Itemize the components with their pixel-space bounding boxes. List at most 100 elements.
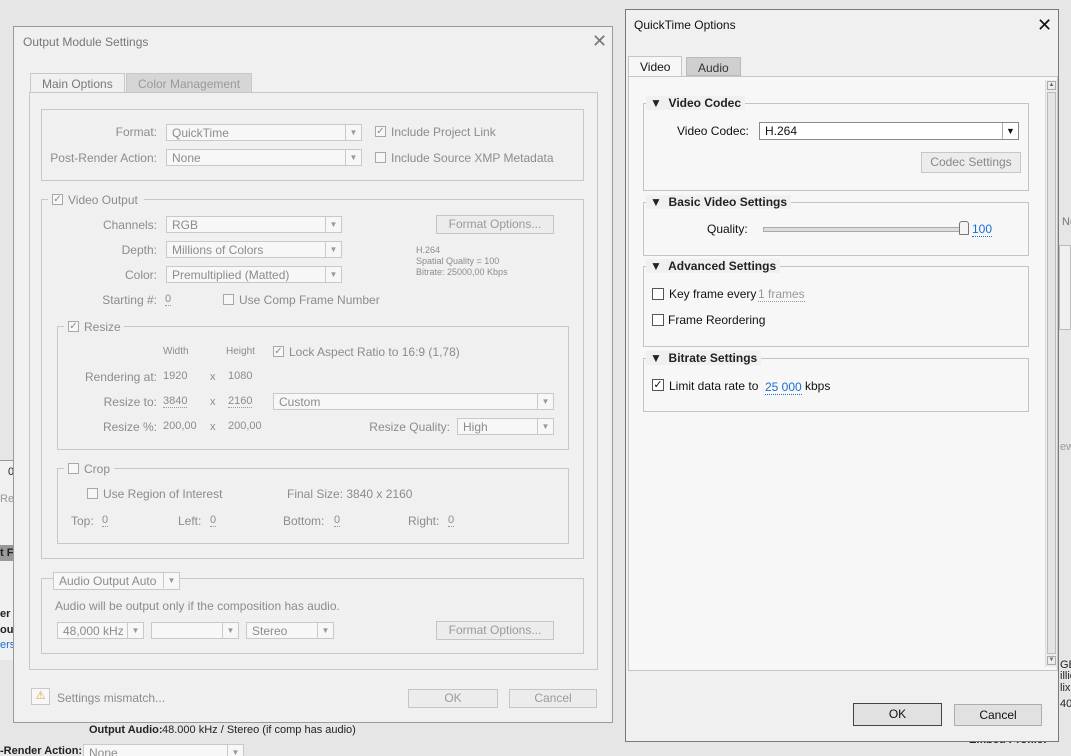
scroll-thumb[interactable] [1047, 92, 1056, 654]
include-xmp-label: Include Source XMP Metadata [391, 151, 554, 165]
codec-info: Spatial Quality = 100 [416, 256, 500, 266]
bg-fragment: ew [1060, 441, 1071, 453]
scroll-down-icon[interactable]: ▼ [1047, 656, 1056, 665]
audio-format-options-button[interactable]: Format Options... [436, 621, 554, 640]
advanced-group [643, 266, 1029, 347]
limit-data-rate-checkbox[interactable]: ✓ [652, 379, 664, 391]
data-rate-unit: kbps [805, 379, 831, 393]
video-codec-select[interactable]: H.264 ▼ [759, 122, 1019, 140]
lock-aspect-label: Lock Aspect Ratio to 16:9 (1,78) [289, 345, 460, 359]
audio-channels-select[interactable]: Stereo ▼ [246, 622, 334, 639]
bg-fragment: t F [0, 547, 14, 559]
chevron-down-icon: ▼ [1002, 123, 1018, 139]
close-icon[interactable]: ✕ [592, 32, 607, 50]
quality-slider[interactable] [763, 227, 967, 232]
channels-select[interactable]: RGB ▼ [166, 216, 342, 233]
tab-main-options[interactable]: Main Options [30, 73, 125, 93]
quality-value[interactable]: 100 [972, 222, 993, 237]
crop-right-label: Right: [408, 514, 440, 528]
codec-info: H.264 [416, 245, 441, 255]
color-select[interactable]: Premultiplied (Matted) ▼ [166, 266, 342, 283]
bg-right-panel [1059, 245, 1071, 330]
post-render-label: Post-Render Action: [50, 151, 157, 165]
video-output-header: ✓ Video Output [48, 192, 144, 208]
resize-checkbox[interactable]: ✓ [68, 321, 79, 332]
crop-bottom-label: Bottom: [283, 514, 325, 528]
format-group [41, 109, 584, 181]
resize-quality-label: Resize Quality: [369, 420, 450, 434]
resize-preset-select[interactable]: Custom ▼ [273, 393, 554, 410]
advanced-header[interactable]: ▼ Advanced Settings [646, 259, 781, 273]
codec-settings-button[interactable]: Codec Settings [921, 152, 1021, 173]
basic-video-header[interactable]: ▼ Basic Video Settings [646, 195, 792, 209]
starting-number[interactable]: 0 [165, 293, 172, 306]
depth-label: Depth: [121, 243, 157, 257]
cancel-button[interactable]: Cancel [509, 689, 597, 708]
settings-mismatch-text[interactable]: Settings mismatch... [57, 691, 165, 705]
final-size: Final Size: 3840 x 2160 [287, 487, 413, 501]
bitrate-group-title: Bitrate Settings [668, 351, 758, 365]
audio-note: Audio will be output only if the composi… [55, 599, 340, 613]
cancel-button[interactable]: Cancel [954, 704, 1042, 726]
crop-top-input[interactable]: 0 [102, 514, 109, 527]
crop-left-input[interactable]: 0 [210, 514, 217, 527]
ok-button[interactable]: OK [408, 689, 498, 708]
use-comp-frame-checkbox[interactable] [223, 294, 234, 305]
ok-button[interactable]: OK [853, 703, 942, 726]
basic-video-group-title: Basic Video Settings [668, 195, 788, 209]
quicktime-options-window: QuickTime Options ✕ Video Audio ▲ ▼ ▼ Vi… [625, 9, 1059, 742]
codec-info: Bitrate: 25000,00 Kbps [416, 267, 508, 277]
video-codec-group [643, 103, 1029, 191]
keyframe-checkbox[interactable] [652, 288, 664, 300]
close-icon[interactable]: ✕ [1037, 16, 1052, 34]
post-render-select[interactable]: None ▼ [166, 149, 362, 166]
resize-width-input[interactable]: 3840 [163, 395, 188, 408]
crop-bottom-input[interactable]: 0 [334, 514, 341, 527]
sample-rate-select[interactable]: 48,000 kHz ▼ [57, 622, 144, 639]
rendering-width: 1920 [163, 370, 188, 382]
lock-aspect-checkbox[interactable]: ✓ [273, 346, 284, 357]
crop-label: Crop [84, 462, 111, 476]
width-header: Width [163, 346, 189, 357]
rendering-height: 1080 [228, 370, 253, 382]
format-select[interactable]: QuickTime ▼ [166, 124, 362, 141]
resize-pct-width: 200,00 [163, 420, 197, 432]
height-header: Height [226, 346, 255, 357]
data-rate-input[interactable]: 25 000 [765, 380, 802, 395]
include-project-link-checkbox[interactable]: ✓ [375, 126, 386, 137]
tab-video[interactable]: Video [628, 56, 683, 76]
tab-color-management[interactable]: Color Management [126, 73, 253, 93]
keyframe-input[interactable]: 1 frames [758, 287, 805, 302]
sample-depth-select[interactable]: ▼ [151, 622, 239, 639]
bg-side-text: 40 [1060, 698, 1071, 710]
crop-group [57, 468, 569, 544]
resize-to-label: Resize to: [103, 395, 157, 409]
crop-top-label: Top: [71, 514, 94, 528]
bg-post-render-select[interactable]: None ▼ [83, 744, 244, 756]
video-output-checkbox[interactable]: ✓ [52, 194, 63, 205]
bg-output-audio-value: 48.000 kHz / Stereo (if comp has audio) [162, 724, 356, 736]
frame-reordering-label: Frame Reordering [668, 313, 766, 327]
crop-right-input[interactable]: 0 [448, 514, 455, 527]
resize-height-input[interactable]: 2160 [228, 395, 253, 408]
bg-fragment: Ne [1062, 216, 1071, 228]
depth-select[interactable]: Millions of Colors ▼ [166, 241, 342, 258]
starting-label: Starting #: [102, 293, 157, 307]
audio-output-select[interactable]: Audio Output Auto ▼ [53, 572, 180, 590]
color-label: Color: [124, 268, 157, 282]
format-options-button[interactable]: Format Options... [436, 215, 554, 234]
video-codec-header[interactable]: ▼ Video Codec [646, 96, 746, 110]
warning-icon: ⚠ [31, 688, 50, 705]
include-xmp-checkbox[interactable] [375, 152, 386, 163]
tab-audio[interactable]: Audio [686, 57, 741, 76]
scrollbar[interactable]: ▲ ▼ [1045, 80, 1057, 667]
use-roi-checkbox[interactable] [87, 488, 98, 499]
crop-checkbox[interactable] [68, 463, 79, 474]
scroll-up-icon[interactable]: ▲ [1047, 81, 1056, 90]
quality-label: Quality: [707, 222, 748, 236]
resize-quality-select[interactable]: High ▼ [457, 418, 554, 435]
resize-pct-height: 200,00 [228, 420, 262, 432]
frame-reordering-checkbox[interactable] [652, 314, 664, 326]
bitrate-header[interactable]: ▼ Bitrate Settings [646, 351, 762, 365]
quality-slider-handle[interactable] [959, 221, 969, 235]
